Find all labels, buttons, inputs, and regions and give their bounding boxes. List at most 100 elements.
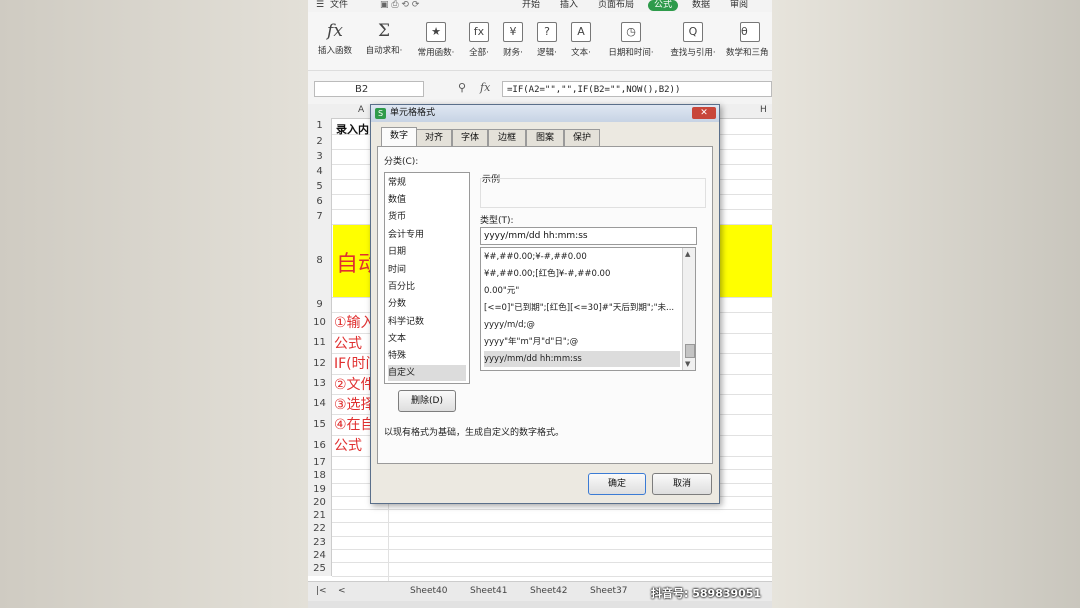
category-item[interactable]: 特殊 xyxy=(388,348,466,364)
format-item[interactable]: yyyy/m/d;@ xyxy=(484,317,680,333)
note-line-2: 公式 xyxy=(334,336,362,352)
row-header[interactable]: 1 xyxy=(308,118,332,134)
cell-a1[interactable]: 录入内 xyxy=(336,121,369,137)
format-item[interactable]: ¥#,##0.00;¥-#,##0.00 xyxy=(484,249,680,265)
hamburger-icon[interactable]: ☰ xyxy=(316,0,324,11)
sheet-tab[interactable]: Sheet40 xyxy=(410,586,447,596)
category-item-selected[interactable]: 自定义 xyxy=(388,365,466,381)
formula-input[interactable]: =IF(A2="","",IF(B2="",NOW(),B2)) xyxy=(502,81,772,97)
row-header[interactable]: 17 xyxy=(308,456,332,469)
row-header[interactable]: 11 xyxy=(308,333,332,353)
category-list[interactable]: 常规 数值 货币 会计专用 日期 时间 百分比 分数 科学记数 文本 特殊 自定… xyxy=(384,172,470,384)
row-header[interactable]: 13 xyxy=(308,374,332,394)
category-item[interactable]: 科学记数 xyxy=(388,314,466,330)
math-trig-button[interactable]: θ 数学和三角 xyxy=(726,22,772,58)
delete-button[interactable]: 删除(D) xyxy=(398,390,456,412)
format-item[interactable]: yyyy"年"m"月"d"日";@ xyxy=(484,334,680,350)
row-header[interactable]: 25 xyxy=(308,562,332,576)
tab-font[interactable]: 字体 xyxy=(452,129,488,146)
row-header[interactable]: 9 xyxy=(308,297,332,312)
row-header[interactable]: 22 xyxy=(308,522,332,536)
tab-protection[interactable]: 保护 xyxy=(564,129,600,146)
tab-border[interactable]: 边框 xyxy=(488,129,526,146)
row-header[interactable]: 21 xyxy=(308,509,332,522)
row-header[interactable]: 12 xyxy=(308,353,332,374)
category-item[interactable]: 文本 xyxy=(388,331,466,347)
sheet-tab[interactable]: Sheet41 xyxy=(470,586,507,596)
menu-file[interactable]: 文件 xyxy=(330,0,348,11)
col-header-h[interactable]: H xyxy=(760,105,767,115)
zoom-icon[interactable]: ⚲ xyxy=(458,81,466,94)
col-header-a[interactable]: A xyxy=(358,105,364,115)
tab-alignment[interactable]: 对齐 xyxy=(416,129,452,146)
all-functions-button[interactable]: fx 全部· xyxy=(464,22,494,58)
fx-icon: fx xyxy=(327,21,343,41)
category-item[interactable]: 货币 xyxy=(388,209,466,225)
tab-number[interactable]: 数字 xyxy=(381,127,417,147)
function-icon[interactable]: fx xyxy=(480,81,490,94)
date-time-button[interactable]: ◷ 日期和时间· xyxy=(602,22,660,58)
category-item[interactable]: 百分比 xyxy=(388,279,466,295)
insert-function-button[interactable]: fx 插入函数 xyxy=(314,22,356,56)
category-item[interactable]: 会计专用 xyxy=(388,227,466,243)
lookup-reference-button[interactable]: Q 查找与引用· xyxy=(664,22,722,58)
logical-button[interactable]: ? 逻辑· xyxy=(532,22,562,58)
scroll-up-icon[interactable]: ▲ xyxy=(685,250,690,258)
dialog-title-bar[interactable]: S 单元格格式 ✕ xyxy=(371,105,719,122)
row-header[interactable]: 16 xyxy=(308,435,332,456)
cancel-button[interactable]: 取消 xyxy=(652,473,712,495)
format-item-selected[interactable]: yyyy/mm/dd hh:mm:ss xyxy=(484,351,680,367)
first-sheet-icon[interactable]: |< xyxy=(316,586,327,596)
common-functions-button[interactable]: ★ 常用函数· xyxy=(412,22,460,58)
note-line-5: ③选择 xyxy=(334,397,375,413)
row-header[interactable]: 10 xyxy=(308,312,332,333)
scroll-down-icon[interactable]: ▼ xyxy=(685,360,690,368)
financial-button[interactable]: ¥ 财务· xyxy=(498,22,528,58)
row-header[interactable]: 23 xyxy=(308,536,332,549)
category-item[interactable]: 日期 xyxy=(388,244,466,260)
row-header[interactable]: 3 xyxy=(308,149,332,164)
row-header[interactable]: 8 xyxy=(308,224,332,297)
row-header[interactable]: 7 xyxy=(308,209,332,224)
tab-patterns[interactable]: 图案 xyxy=(526,129,564,146)
format-item[interactable]: [<=0]"已到期";[红色][<=30]#"天后到期";"未... xyxy=(484,300,680,316)
row-header[interactable]: 18 xyxy=(308,469,332,483)
sheet-tab[interactable]: Sheet42 xyxy=(530,586,567,596)
watermark: 抖音号: 589839051 xyxy=(651,587,762,600)
category-item[interactable]: 分数 xyxy=(388,296,466,312)
tab-insert[interactable]: 插入 xyxy=(560,0,578,11)
name-box[interactable]: B2 xyxy=(314,81,424,97)
fx-box-icon: fx xyxy=(469,22,489,42)
row-header[interactable]: 2 xyxy=(308,134,332,149)
row-header[interactable]: 20 xyxy=(308,496,332,509)
quick-access-icons[interactable]: ▣ ⎙ ⟲ ⟳ xyxy=(380,0,419,11)
tab-data[interactable]: 数据 xyxy=(692,0,710,11)
tab-formulas[interactable]: 公式 xyxy=(648,0,679,11)
row-header[interactable]: 15 xyxy=(308,414,332,435)
format-list[interactable]: ¥#,##0.00;¥-#,##0.00 ¥#,##0.00;[红色]¥-#,#… xyxy=(480,247,696,371)
formula-bar: B2 ⚲ fx =IF(A2="","",IF(B2="",NOW(),B2)) xyxy=(308,78,772,100)
category-item[interactable]: 时间 xyxy=(388,262,466,278)
category-item[interactable]: 数值 xyxy=(388,192,466,208)
scroll-thumb[interactable] xyxy=(685,344,695,358)
row-header[interactable]: 24 xyxy=(308,549,332,562)
ok-button[interactable]: 确定 xyxy=(588,473,646,495)
format-list-scrollbar[interactable]: ▲ ▼ xyxy=(682,248,695,370)
row-header[interactable]: 14 xyxy=(308,394,332,414)
tab-page-layout[interactable]: 页面布局 xyxy=(598,0,634,11)
prev-sheet-icon[interactable]: < xyxy=(338,586,346,596)
type-input[interactable]: yyyy/mm/dd hh:mm:ss xyxy=(480,227,697,245)
tab-review[interactable]: 审阅 xyxy=(730,0,748,11)
tab-home[interactable]: 开始 xyxy=(522,0,540,11)
row-header[interactable]: 4 xyxy=(308,164,332,179)
format-item[interactable]: 0.00"元" xyxy=(484,283,680,299)
sheet-tab[interactable]: Sheet37 xyxy=(590,586,627,596)
category-item[interactable]: 常规 xyxy=(388,175,466,191)
row-header[interactable]: 6 xyxy=(308,194,332,209)
close-icon[interactable]: ✕ xyxy=(692,107,716,119)
row-header[interactable]: 19 xyxy=(308,483,332,496)
format-item[interactable]: ¥#,##0.00;[红色]¥-#,##0.00 xyxy=(484,266,680,282)
text-button[interactable]: A 文本· xyxy=(566,22,596,58)
row-header[interactable]: 5 xyxy=(308,179,332,194)
autosum-button[interactable]: Σ 自动求和· xyxy=(360,22,408,56)
